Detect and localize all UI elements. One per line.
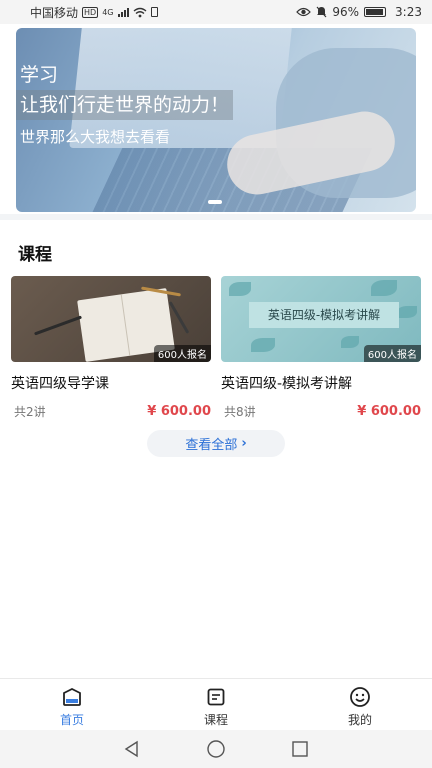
course-icon [205,686,227,708]
tab-mine-label: 我的 [347,713,372,727]
lesson-count: 共8讲 [224,405,256,419]
tab-courses-label: 课程 [203,713,228,727]
banner-slogan: 让我们行走世界的动力！ [16,90,234,120]
home-icon [61,686,83,708]
thumb-caption: 英语四级-模拟考讲解 [249,302,399,328]
system-nav-bar [0,730,432,768]
banner-carousel[interactable]: 学习 让我们行走世界的动力！ 世界那么大我想去看看 [16,28,416,212]
tab-mine[interactable]: 我的 [288,679,432,730]
thumb-leaf [341,336,359,348]
section-title: 课程 [18,245,52,265]
tab-courses[interactable]: 课程 [144,679,288,730]
home-circle-icon[interactable] [206,739,226,759]
thumb-leaf [251,338,275,352]
bottom-tab-bar: 首页 课程 我的 [0,678,432,730]
recents-icon[interactable] [291,740,309,758]
course-thumbnail[interactable]: 英语四级-模拟考讲解 600人报名 [221,276,421,362]
course-card[interactable]: 英语四级-模拟考讲解 600人报名 英语四级-模拟考讲解 共8讲 ¥ 600.0… [221,276,421,420]
enroll-badge: 600人报名 [363,345,421,362]
lesson-count: 共2讲 [14,405,46,419]
thumb-leaf [397,306,417,318]
banner-subtitle: 世界那么大我想去看看 [20,128,171,146]
section-divider [0,214,432,220]
tab-home-label: 首页 [59,713,84,727]
carrier-label: 中国移动 [30,5,79,20]
course-card[interactable]: 600人报名 英语四级导学课 共2讲 ¥ 600.00 [11,276,211,420]
course-meta: 共2讲 ¥ 600.00 [11,403,211,420]
thumb-leaf [229,282,251,296]
wifi-icon [133,7,146,17]
back-icon[interactable] [123,740,141,758]
course-title[interactable]: 英语四级导学课 [11,373,211,393]
view-all-label: 查看全部 [185,438,238,453]
eye-icon [296,7,312,17]
signal-icon [117,7,129,17]
thumb-leaf [371,280,397,296]
status-bar: 中国移动 HD 4G 96% 3:23 [0,0,432,24]
tab-home[interactable]: 首页 [0,679,144,730]
enroll-badge: 600人报名 [153,345,211,362]
smiley-icon [349,686,371,708]
course-title[interactable]: 英语四级-模拟考讲解 [221,373,421,393]
course-thumbnail[interactable]: 600人报名 [11,276,211,362]
hd-badge: HD [82,6,99,18]
course-price: ¥ 600.00 [357,404,421,419]
status-left: 中国移动 HD 4G [30,4,158,21]
carousel-indicator[interactable] [208,200,222,204]
clock: 3:23 [395,5,422,19]
network-label: 4G [102,7,114,17]
battery-percent: 96% [332,5,360,19]
thumb-pencil [33,315,83,336]
battery-icon [364,7,387,17]
notification-icon [150,7,158,17]
status-right: 96% 3:23 [296,5,422,19]
chevron-right-icon: › [241,436,247,451]
mute-icon [316,6,327,18]
course-meta: 共8讲 ¥ 600.00 [221,403,421,420]
banner-title: 学习 [20,64,59,86]
course-price: ¥ 600.00 [147,404,211,419]
view-all-button[interactable]: 查看全部 › [147,430,285,457]
